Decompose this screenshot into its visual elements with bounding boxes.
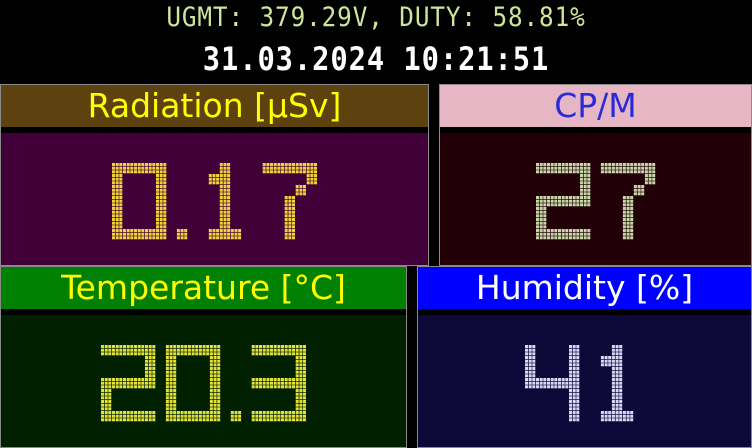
humidity-title: Humidity [%] — [418, 267, 751, 309]
digit-0 — [165, 345, 221, 422]
radiation-title: Radiation [µSv] — [1, 85, 428, 127]
cpm-title: CP/M — [440, 85, 751, 127]
humidity-panel: Humidity [%] — [417, 266, 752, 448]
digit-1 — [208, 163, 242, 240]
digit-0 — [112, 163, 167, 240]
digit-3 — [251, 345, 306, 422]
temperature-title: Temperature [°C] — [1, 267, 406, 309]
cpm-value-area — [440, 133, 751, 265]
date-time: 31.03.2024 10:21:51 — [202, 40, 550, 78]
digit-2 — [101, 345, 156, 422]
radiation-panel: Radiation [µSv] — [0, 84, 429, 266]
cpm-panel: CP/M — [439, 84, 752, 266]
digit-4 — [525, 345, 580, 422]
cpm-value — [536, 163, 656, 240]
status-line: UGMT: 379.29V, DUTY: 58.81% — [166, 2, 586, 33]
decimal-point — [176, 229, 188, 240]
radiation-value — [112, 163, 317, 240]
digit-2 — [536, 163, 591, 240]
digit-1 — [600, 345, 634, 422]
digit-7 — [600, 163, 656, 240]
temperature-value-area — [1, 315, 406, 447]
humidity-value-area — [418, 315, 751, 447]
temperature-value — [101, 345, 306, 422]
digit-7 — [262, 163, 317, 240]
decimal-point — [230, 411, 242, 422]
humidity-value — [525, 345, 634, 422]
temperature-panel: Temperature [°C] — [0, 266, 407, 448]
radiation-value-area — [1, 133, 428, 265]
